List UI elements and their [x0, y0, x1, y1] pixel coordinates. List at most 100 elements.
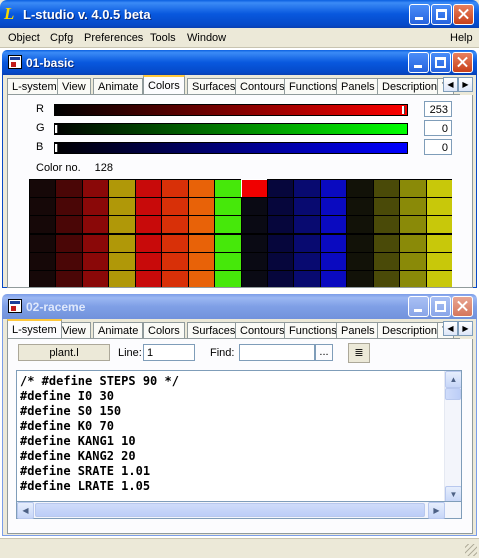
palette-cell[interactable] [266, 269, 295, 287]
palette-cell[interactable] [161, 233, 189, 253]
palette-cell[interactable] [240, 269, 268, 287]
palette-cell-selected[interactable] [240, 179, 268, 199]
palette-cell[interactable] [372, 269, 401, 287]
tab-l-system[interactable]: L-system [7, 319, 62, 338]
vertical-scroll-thumb[interactable] [445, 388, 461, 400]
tab-scroll-right-button[interactable]: ▶ [458, 77, 473, 92]
scroll-right-button[interactable]: ▶ [428, 502, 445, 519]
tab-scroll-left-button[interactable]: ◀ [443, 321, 458, 336]
palette-cell[interactable] [425, 197, 452, 217]
palette-cell[interactable] [240, 215, 268, 235]
tab-surfaces[interactable]: Surfaces [187, 78, 241, 94]
palette-cell[interactable] [346, 251, 374, 271]
palette-cell[interactable] [319, 215, 348, 235]
tab-animate[interactable]: Animate [93, 322, 144, 338]
tab-scroll-left-button[interactable]: ◀ [443, 77, 458, 92]
tab-functions[interactable]: Functions [284, 322, 342, 338]
palette-cell[interactable] [161, 179, 189, 199]
palette-cell[interactable] [108, 179, 136, 199]
window2-close-button[interactable] [452, 296, 473, 317]
file-button[interactable]: plant.l [18, 344, 110, 361]
palette-cell[interactable] [187, 269, 216, 287]
find-input[interactable] [239, 344, 315, 361]
resize-grip-icon[interactable] [465, 544, 477, 556]
palette-cell[interactable] [346, 215, 374, 235]
tab-colors[interactable]: Colors [143, 322, 185, 338]
palette-cell[interactable] [187, 233, 216, 253]
palette-cell[interactable] [372, 233, 401, 253]
tab-view[interactable]: View [57, 322, 91, 338]
tab-description[interactable]: Description [377, 322, 443, 338]
vertical-scrollbar[interactable]: ▲ ▼ [444, 371, 461, 501]
palette-cell[interactable] [29, 215, 57, 235]
palette-cell[interactable] [425, 269, 452, 287]
palette-cell[interactable] [399, 215, 427, 235]
palette-cell[interactable] [134, 251, 163, 271]
green-slider-handle[interactable] [55, 125, 58, 133]
window2-titlebar[interactable]: 02-raceme [2, 294, 477, 319]
palette-cell[interactable] [399, 197, 427, 217]
palette-cell[interactable] [425, 179, 452, 199]
palette-cell[interactable] [372, 179, 401, 199]
palette-cell[interactable] [161, 197, 189, 217]
palette-cell[interactable] [134, 197, 163, 217]
app-maximize-button[interactable] [431, 4, 452, 25]
scroll-up-button[interactable]: ▲ [445, 371, 461, 388]
palette-cell[interactable] [55, 197, 83, 217]
palette-cell[interactable] [346, 233, 374, 253]
tab-colors[interactable]: Colors [143, 75, 185, 94]
palette-cell[interactable] [346, 269, 374, 287]
green-slider[interactable] [54, 123, 408, 135]
app-close-button[interactable] [453, 4, 474, 25]
palette-cell[interactable] [161, 215, 189, 235]
tab-panels[interactable]: Panels [336, 78, 380, 94]
palette-cell[interactable] [214, 233, 242, 253]
tab-view[interactable]: View [57, 78, 91, 94]
palette-cell[interactable] [134, 233, 163, 253]
palette-cell[interactable] [187, 179, 216, 199]
palette-cell[interactable] [425, 251, 452, 271]
red-slider-handle[interactable] [402, 106, 405, 114]
scroll-down-button[interactable]: ▼ [445, 486, 461, 501]
code-editor[interactable]: /* #define STEPS 90 */ #define I0 30 #de… [16, 370, 462, 502]
palette-cell[interactable] [29, 251, 57, 271]
tab-contours[interactable]: Contours [235, 78, 290, 94]
palette-cell[interactable] [161, 251, 189, 271]
palette-cell[interactable] [161, 269, 189, 287]
blue-slider[interactable] [54, 142, 408, 154]
palette-cell[interactable] [266, 233, 295, 253]
red-value-field[interactable]: 253 [424, 101, 452, 117]
window1-minimize-button[interactable] [408, 52, 429, 73]
palette-cell[interactable] [134, 179, 163, 199]
palette-cell[interactable] [55, 233, 83, 253]
palette-cell[interactable] [266, 215, 295, 235]
palette-cell[interactable] [187, 251, 216, 271]
palette-cell[interactable] [319, 269, 348, 287]
scroll-left-button[interactable]: ◀ [17, 502, 34, 519]
line-input[interactable]: 1 [143, 344, 195, 361]
palette-cell[interactable] [399, 179, 427, 199]
palette-cell[interactable] [293, 233, 321, 253]
tab-description[interactable]: Description [377, 78, 443, 94]
palette-cell[interactable] [293, 215, 321, 235]
palette-cell[interactable] [399, 251, 427, 271]
palette-cell[interactable] [266, 197, 295, 217]
tab-scroll-right-button[interactable]: ▶ [458, 321, 473, 336]
palette-cell[interactable] [134, 269, 163, 287]
menu-preferences[interactable]: Preferences [84, 32, 143, 44]
menu-object[interactable]: Object [8, 32, 40, 44]
palette-cell[interactable] [293, 179, 321, 199]
palette-cell[interactable] [240, 197, 268, 217]
palette-cell[interactable] [399, 269, 427, 287]
palette-cell[interactable] [266, 251, 295, 271]
palette-cell[interactable] [319, 233, 348, 253]
menu-tools[interactable]: Tools [150, 32, 176, 44]
menu-window[interactable]: Window [187, 32, 226, 44]
menu-cpfg[interactable]: Cpfg [50, 32, 73, 44]
palette-cell[interactable] [425, 215, 452, 235]
palette-cell[interactable] [81, 251, 110, 271]
palette-cell[interactable] [214, 215, 242, 235]
palette-cell[interactable] [319, 251, 348, 271]
palette-cell[interactable] [293, 269, 321, 287]
palette-cell[interactable] [81, 233, 110, 253]
